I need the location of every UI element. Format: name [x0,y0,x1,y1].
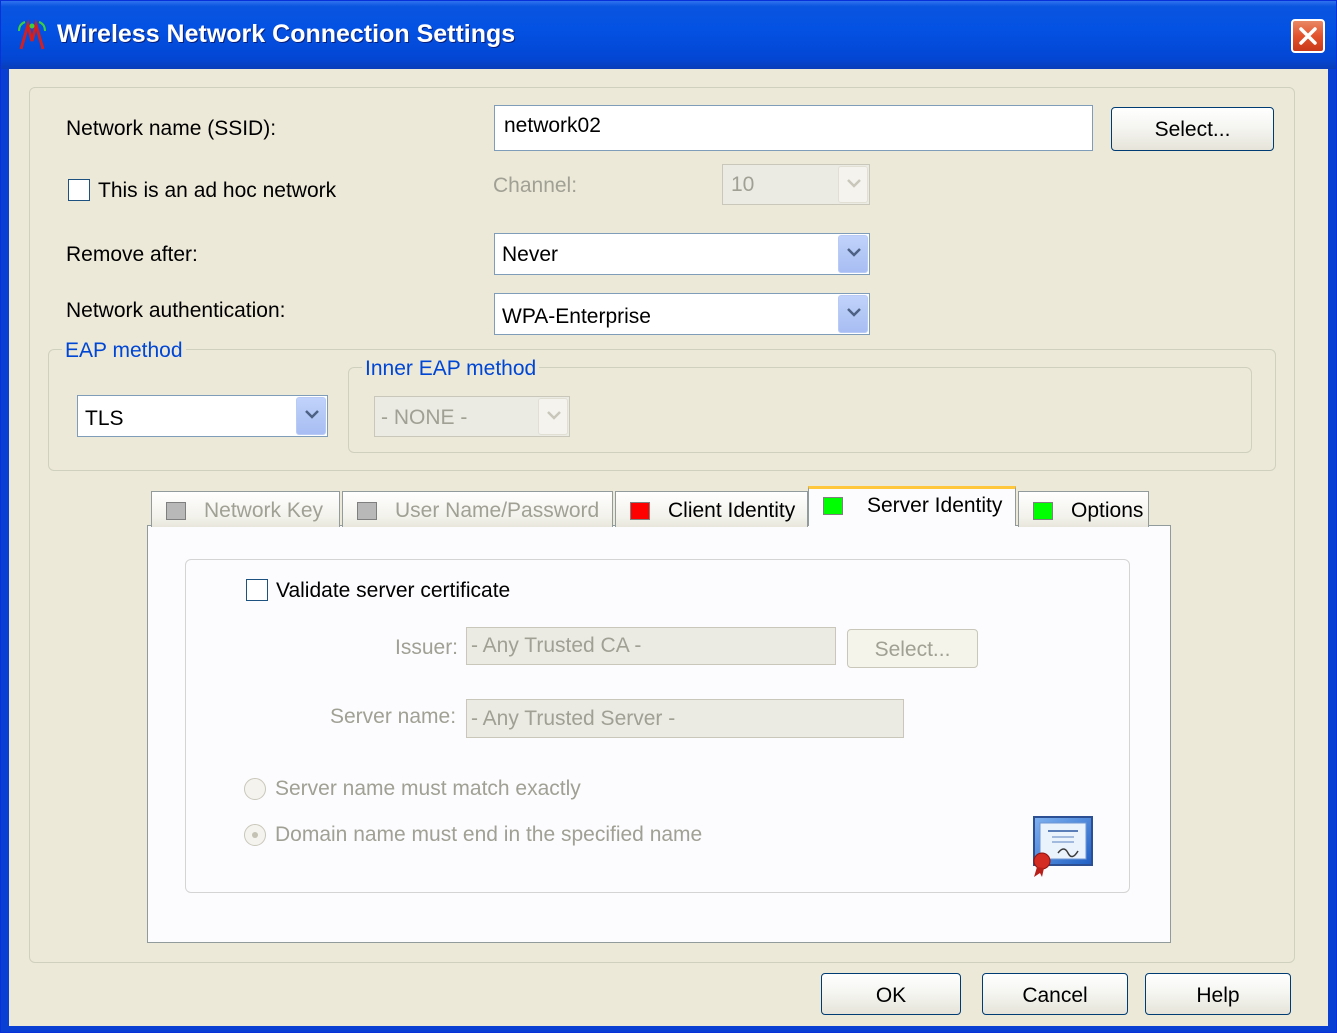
title-bar[interactable]: Wireless Network Connection Settings [1,1,1336,69]
status-indicator [823,497,843,515]
ssid-input[interactable]: network02 [494,105,1093,151]
network-auth-dropdown[interactable]: WPA-Enterprise [494,293,870,335]
status-indicator [357,502,377,520]
server-name-label: Server name: [330,705,457,728]
validate-certificate-checkbox[interactable] [246,579,268,601]
eap-method-dropdown-arrow[interactable] [296,397,326,435]
window-title: Wireless Network Connection Settings [57,20,516,48]
remove-after-dropdown[interactable]: Never [494,233,870,275]
domain-suffix-label: Domain name must end in the specified na… [275,823,703,846]
tab-label: Client Identity [668,499,796,522]
match-exactly-label: Server name must match exactly [275,777,581,800]
tab-server-identity[interactable]: Server Identity [808,486,1016,526]
tab-label: User Name/Password [395,499,600,522]
tab-options[interactable]: Options [1018,491,1149,527]
dialog-body: Network name (SSID): network02 Select...… [9,69,1328,1026]
tab-client-identity[interactable]: Client Identity [615,491,808,527]
status-indicator [630,502,650,520]
remove-after-dropdown-arrow[interactable] [838,235,868,273]
close-icon [1299,27,1317,45]
chevron-down-icon [547,411,561,420]
help-button[interactable]: Help [1145,973,1291,1015]
match-exactly-radio[interactable] [244,778,266,800]
chevron-down-icon [847,179,861,188]
remove-after-label: Remove after: [66,243,198,266]
certificate-icon [1028,813,1098,879]
tab-label: Options [1071,499,1144,522]
eap-method-value: TLS [85,407,124,430]
ssid-label: Network name (SSID): [66,117,277,140]
channel-value: 10 [731,173,755,196]
radio-selected-dot [252,832,258,838]
eap-method-dropdown[interactable]: TLS [77,395,328,437]
issuer-input[interactable]: - Any Trusted CA - [466,627,836,665]
tab-label: Network Key [204,499,324,522]
remove-after-value: Never [502,243,559,266]
chevron-down-icon [305,410,319,419]
network-auth-label: Network authentication: [66,299,286,322]
tab-user-name-password[interactable]: User Name/Password [342,491,613,527]
inner-eap-dropdown[interactable]: - NONE - [374,396,570,437]
validate-certificate-label: Validate server certificate [276,579,511,602]
inner-eap-value: - NONE - [381,406,468,429]
eap-method-group-label: EAP method [62,339,186,363]
network-auth-value: WPA-Enterprise [502,305,651,328]
domain-suffix-radio[interactable] [244,824,266,846]
channel-label: Channel: [493,174,578,197]
issuer-label: Issuer: [395,636,459,659]
chevron-down-icon [847,248,861,257]
dialog-window: Wireless Network Connection Settings Net… [0,0,1337,1033]
ssid-select-button[interactable]: Select... [1111,107,1274,151]
tab-network-key[interactable]: Network Key [151,491,340,527]
server-name-input[interactable]: - Any Trusted Server - [466,699,904,738]
tab-label: Server Identity [867,494,1003,517]
inner-eap-dropdown-arrow[interactable] [538,398,568,435]
chevron-down-icon [847,308,861,317]
close-button[interactable] [1291,19,1325,53]
ok-button[interactable]: OK [821,973,961,1015]
adhoc-label: This is an ad hoc network [98,179,337,202]
status-indicator [166,502,186,520]
wireless-network-icon [15,19,49,53]
status-indicator [1033,502,1053,520]
channel-dropdown[interactable]: 10 [722,164,870,205]
channel-dropdown-arrow[interactable] [838,166,868,203]
inner-eap-group-label: Inner EAP method [362,357,540,381]
cancel-button[interactable]: Cancel [982,973,1128,1015]
issuer-select-button[interactable]: Select... [847,629,978,668]
adhoc-checkbox[interactable] [68,179,90,201]
network-auth-dropdown-arrow[interactable] [838,295,868,333]
